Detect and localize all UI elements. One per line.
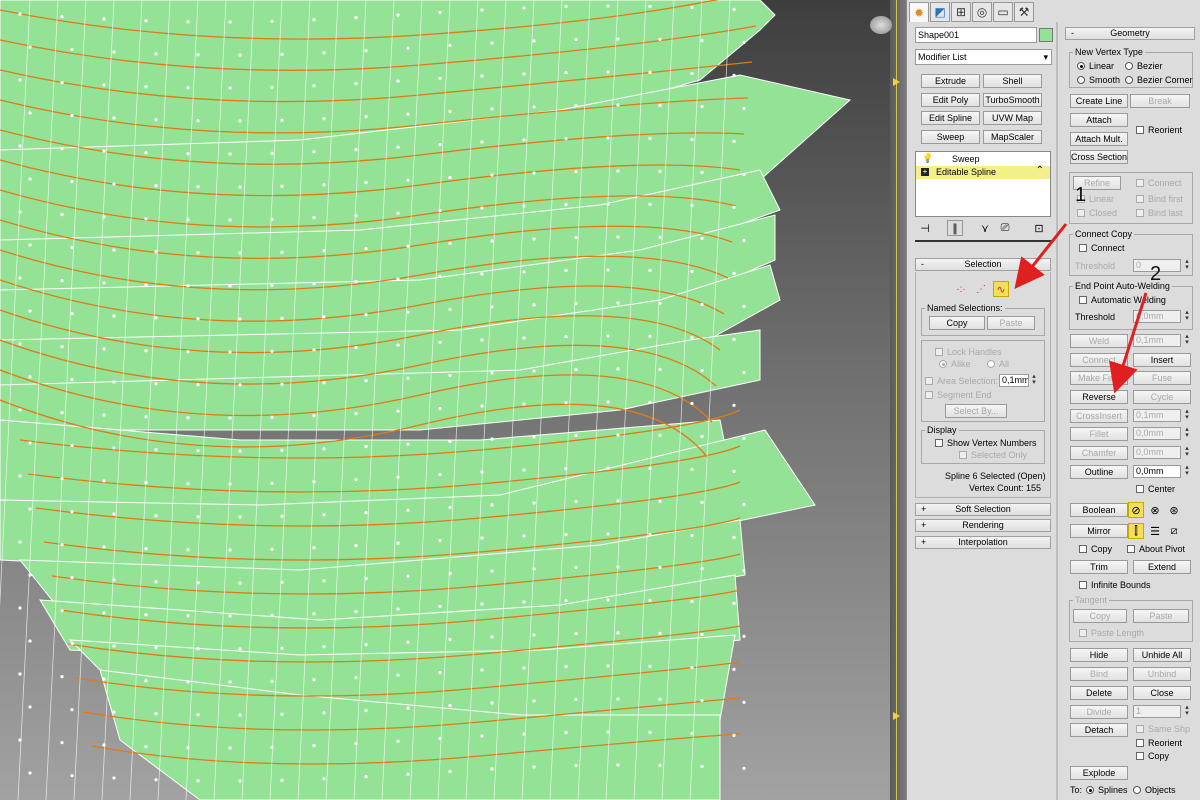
annotation-arrows bbox=[1014, 223, 1148, 394]
callout-number-1: 1 bbox=[1075, 184, 1087, 206]
callout-number-2: 2 bbox=[1150, 263, 1162, 285]
callout-arrow-1 bbox=[1014, 223, 1068, 290]
callout-arrow-2 bbox=[1109, 292, 1148, 394]
